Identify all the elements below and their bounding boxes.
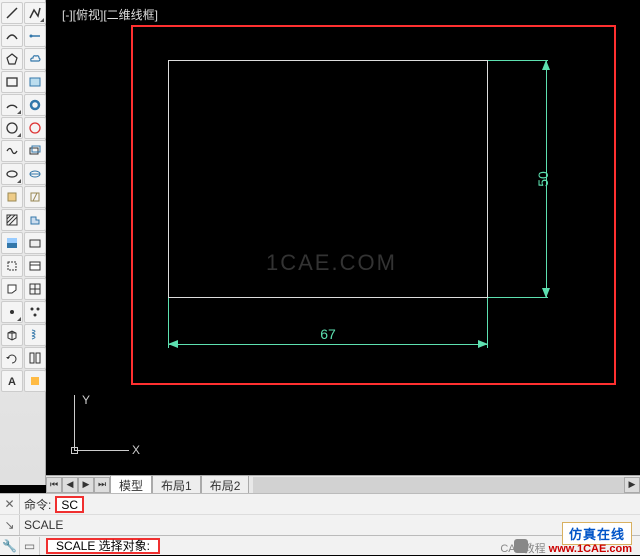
tool-table[interactable]: [24, 278, 46, 300]
command-input-highlight[interactable]: SC: [55, 496, 84, 513]
tool-point[interactable]: [1, 301, 23, 323]
tool-revcircle[interactable]: [24, 117, 46, 139]
dimension-width-value: 67: [320, 326, 336, 342]
caption-grey: CAD教程: [500, 543, 545, 555]
tool-mask[interactable]: [24, 232, 46, 254]
command-line-2: ↘ SCALE: [0, 515, 640, 536]
tab-model[interactable]: 模型: [110, 476, 152, 494]
tool-bound[interactable]: [1, 255, 23, 277]
dimension-height-value: 50: [535, 171, 551, 187]
h-scroll-right[interactable]: ▶: [624, 477, 640, 493]
drawing-canvas[interactable]: [-][俯视][二维线框] 67 50 1CAE.COM Y X: [46, 0, 640, 475]
command-line-1: ✕ 命令: SC: [0, 494, 640, 515]
command-prompt-label: 命令:: [20, 496, 55, 513]
tool-rect-fill[interactable]: [24, 71, 46, 93]
tab-nav-prev[interactable]: ◀: [62, 477, 78, 493]
tool-pline[interactable]: [24, 2, 46, 24]
ucs-y-label: Y: [82, 393, 90, 407]
layout-tab-bar: ⏮ ◀ ▶ ⏭ 模型 布局1 布局2 ▶: [46, 475, 640, 493]
command-area: ✕ 命令: SC ↘ SCALE: [0, 493, 640, 535]
tab-nav-last[interactable]: ⏭: [94, 477, 110, 493]
tool-block[interactable]: [1, 186, 23, 208]
ucs-x-label: X: [132, 443, 140, 457]
tool-rect[interactable]: [1, 71, 23, 93]
tool-cloud[interactable]: [24, 48, 46, 70]
cmd-tools-icon[interactable]: 🔧: [0, 537, 20, 555]
cmd-model-icon[interactable]: ▭: [20, 537, 40, 555]
tool-grad[interactable]: [1, 232, 23, 254]
tool-donut[interactable]: [24, 94, 46, 116]
tool-offset[interactable]: [24, 140, 46, 162]
dimension-vertical[interactable]: 50: [526, 60, 556, 298]
tool-ellipse[interactable]: [1, 163, 23, 185]
tool-blockref[interactable]: [24, 186, 46, 208]
cmd-history-icon[interactable]: ✕: [0, 494, 20, 514]
cmd-recent-icon[interactable]: ↘: [0, 515, 20, 535]
tool-spline[interactable]: [1, 25, 23, 47]
tool-text-a[interactable]: A: [1, 370, 23, 392]
command-active-prompt[interactable]: SCALE 选择对象:: [46, 538, 160, 554]
h-scrollbar[interactable]: [253, 477, 624, 493]
tool-spline2[interactable]: [1, 140, 23, 162]
tab-layout1[interactable]: 布局1: [152, 476, 201, 494]
caption-red: www.1CAE.com: [549, 543, 632, 555]
viewport-label[interactable]: [-][俯视][二维线框]: [62, 6, 158, 23]
command-echo-text: SCALE: [20, 518, 63, 532]
watermark-text: 1CAE.COM: [266, 250, 397, 276]
tool-polygon[interactable]: [1, 48, 23, 70]
tool-circle[interactable]: [1, 117, 23, 139]
tool-rot[interactable]: [1, 347, 23, 369]
tool-wipeout[interactable]: [1, 278, 23, 300]
ucs-icon: Y X: [56, 395, 136, 465]
tool-hatch[interactable]: [1, 209, 23, 231]
tab-layout2[interactable]: 布局2: [201, 476, 250, 494]
dimension-horizontal[interactable]: 67: [168, 332, 488, 350]
tool-color[interactable]: [24, 370, 46, 392]
tool-panels[interactable]: [24, 347, 46, 369]
tool-arc[interactable]: [1, 94, 23, 116]
tool-3d[interactable]: [1, 324, 23, 346]
tab-nav-first[interactable]: ⏮: [46, 477, 62, 493]
tool-points[interactable]: [24, 301, 46, 323]
tool-card[interactable]: [24, 255, 46, 277]
draw-toolbox: A: [0, 0, 46, 485]
tool-ray[interactable]: [24, 25, 46, 47]
tool-ell2[interactable]: [24, 163, 46, 185]
caption-badge: CAD教程 www.1CAE.com: [500, 540, 632, 556]
tool-region[interactable]: [24, 209, 46, 231]
svg-text:A: A: [8, 376, 16, 388]
tab-nav-next[interactable]: ▶: [78, 477, 94, 493]
tool-line[interactable]: [1, 2, 23, 24]
tool-helix[interactable]: [24, 324, 46, 346]
